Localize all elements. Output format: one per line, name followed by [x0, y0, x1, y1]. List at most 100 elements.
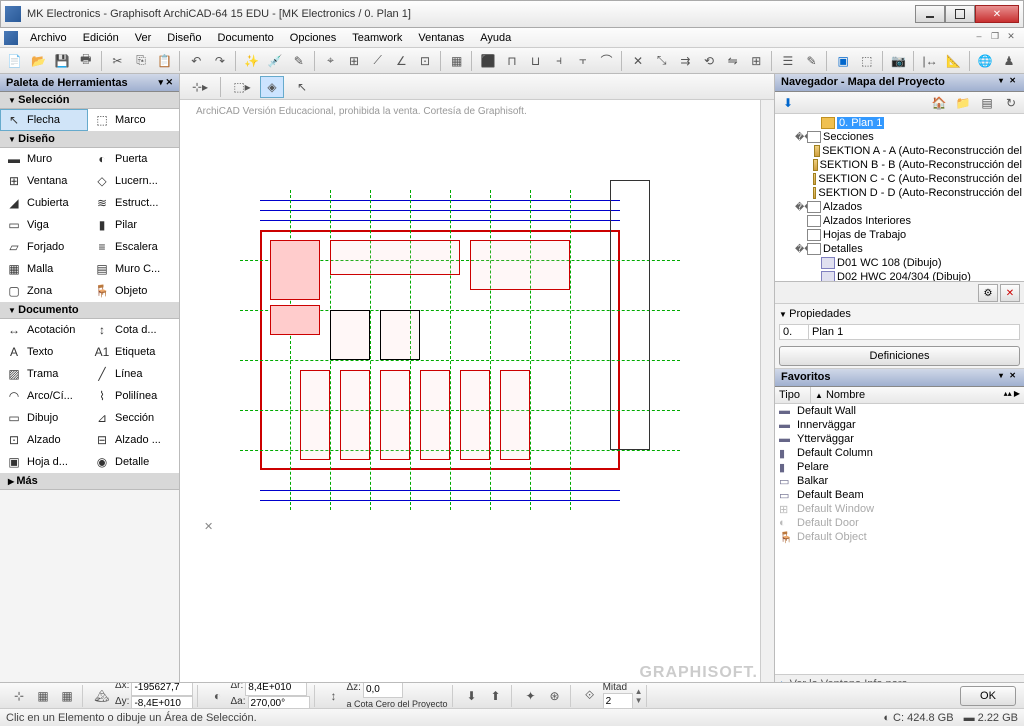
mdi-restore[interactable]: ❐ — [988, 31, 1002, 45]
offset-icon[interactable]: ⇉ — [675, 50, 697, 72]
tree-item[interactable]: D02 HWC 204/304 (Dibujo) — [777, 270, 1022, 282]
tool-dibujo[interactable]: ▭Dibujo — [0, 407, 88, 429]
intersect-icon[interactable]: ✕ — [627, 50, 649, 72]
close-button[interactable]: ✕ — [975, 5, 1019, 23]
measure-icon[interactable]: 📐 — [943, 50, 965, 72]
menu-ayuda[interactable]: Ayuda — [472, 30, 519, 46]
grid-icon[interactable]: ▦ — [446, 50, 468, 72]
gravity-icon[interactable]: ⬇ — [461, 685, 483, 707]
tool-forjado[interactable]: ▱Forjado — [0, 236, 88, 258]
project-tree[interactable]: 0. Plan 1��SeccionesSEKTION A - A (Auto-… — [775, 114, 1024, 282]
eyedropper-icon[interactable]: 💉 — [264, 50, 286, 72]
canvas-scrollbar-v[interactable] — [760, 100, 774, 688]
nav-map-icon[interactable]: 🏠 — [928, 92, 950, 114]
section-mas[interactable]: Más — [0, 473, 179, 490]
section-seleccion[interactable]: Selección — [0, 92, 179, 109]
dx-input[interactable] — [131, 682, 193, 696]
tool-acotacin[interactable]: ↔Acotación — [0, 319, 88, 341]
tree-item[interactable]: SEKTION B - B (Auto-Reconstrucción del — [777, 158, 1022, 172]
wall-tool-icon[interactable]: ⬛ — [477, 50, 499, 72]
tree-toggle-icon[interactable]: �� — [795, 202, 805, 213]
favorites-list[interactable]: ▬Default Wall▬Innerväggar▬Ytterväggar▮De… — [775, 404, 1024, 674]
tool-malla[interactable]: ▦Malla — [0, 258, 88, 280]
grid-toggle-icon[interactable]: ▦ — [32, 685, 54, 707]
fav-item[interactable]: ▬Innerväggar — [775, 418, 1024, 432]
tool-detalle[interactable]: ◉Detalle — [88, 451, 176, 473]
tool-alzado[interactable]: ⊡Alzado — [0, 429, 88, 451]
fav-item[interactable]: 🪑Default Object — [775, 530, 1024, 544]
tool-cotad[interactable]: ↕Cota d... — [88, 319, 176, 341]
tool-viga[interactable]: ▭Viga — [0, 214, 88, 236]
camera-icon[interactable]: 📷 — [888, 50, 910, 72]
origin-btn-icon[interactable]: ⊹ — [8, 685, 30, 707]
menu-edicion[interactable]: Edición — [75, 30, 127, 46]
new-icon[interactable]: 📄 — [4, 50, 26, 72]
tool-hojad[interactable]: ▣Hoja d... — [0, 451, 88, 473]
tool-escalera[interactable]: ≡Escalera — [88, 236, 176, 258]
trim-icon[interactable]: ⊓ — [501, 50, 523, 72]
tree-item[interactable]: 0. Plan 1 — [777, 116, 1022, 130]
maximize-button[interactable] — [945, 5, 975, 23]
pen-icon[interactable]: ✎ — [801, 50, 823, 72]
nav-viewmap-icon[interactable]: 📁 — [952, 92, 974, 114]
section-documento[interactable]: Documento — [0, 302, 179, 319]
tool-pilar[interactable]: ▮Pilar — [88, 214, 176, 236]
tool-objeto[interactable]: 🪑Objeto — [88, 280, 176, 302]
fav-item[interactable]: ▮Default Column — [775, 446, 1024, 460]
print-icon[interactable]: 🖶 — [75, 50, 97, 72]
tree-item[interactable]: SEKTION D - D (Auto-Reconstrucción del — [777, 186, 1022, 200]
da-input[interactable] — [248, 696, 310, 709]
palette-close-icon[interactable]: ▾ ✕ — [158, 77, 173, 88]
minimize-button[interactable] — [915, 5, 945, 23]
nav-project-icon[interactable]: ⬇ — [777, 92, 799, 114]
rotate-icon[interactable]: ⟲ — [698, 50, 720, 72]
syringe-icon[interactable]: ✎ — [288, 50, 310, 72]
snap-icon[interactable]: ⌖ — [320, 50, 342, 72]
elevation-icon[interactable]: 🏔 — [91, 685, 113, 707]
tree-item[interactable]: ��Detalles — [777, 242, 1022, 256]
definitions-button[interactable]: Definiciones — [779, 346, 1020, 366]
constraint-icon[interactable]: ⊡ — [414, 50, 436, 72]
nav-publisher-icon[interactable]: ↻ — [1000, 92, 1022, 114]
angle-icon[interactable]: ∠ — [391, 50, 413, 72]
menu-teamwork[interactable]: Teamwork — [344, 30, 410, 46]
tool-zona[interactable]: ▢Zona — [0, 280, 88, 302]
delete-icon[interactable]: ✕ — [1000, 284, 1020, 302]
menu-documento[interactable]: Documento — [210, 30, 282, 46]
fav-item[interactable]: ▬Default Wall — [775, 404, 1024, 418]
tree-item[interactable]: D01 WC 108 (Dibujo) — [777, 256, 1022, 270]
view3d-icon[interactable]: ▣ — [832, 50, 854, 72]
dz-input[interactable] — [363, 682, 403, 698]
dy-input[interactable] — [131, 696, 193, 709]
tool-marco[interactable]: ⬚Marco — [88, 109, 176, 131]
array-icon[interactable]: ⊞ — [745, 50, 767, 72]
menu-diseno[interactable]: Diseño — [159, 30, 209, 46]
tool-polilnea[interactable]: ⌇Polilínea — [88, 385, 176, 407]
origin-icon[interactable]: ⊹▸ — [188, 76, 212, 98]
tool-puerta[interactable]: ◐Puerta — [88, 148, 176, 170]
snap-toggle-icon[interactable]: ▦ — [56, 685, 78, 707]
menu-archivo[interactable]: Archivo — [22, 30, 75, 46]
fav-item[interactable]: ▭Default Beam — [775, 488, 1024, 502]
tool-etiqueta[interactable]: A1Etiqueta — [88, 341, 176, 363]
ruler-icon[interactable]: |↔ — [919, 50, 941, 72]
tree-toggle-icon[interactable]: �� — [795, 132, 805, 143]
tree-item[interactable]: Alzados Interiores — [777, 214, 1022, 228]
section-diseno[interactable]: Diseño — [0, 131, 179, 148]
tool-seccin[interactable]: ⊿Sección — [88, 407, 176, 429]
mdi-minimize[interactable]: – — [972, 31, 986, 45]
navigator-controls[interactable]: ▾ ✕ — [999, 76, 1018, 89]
tree-item[interactable]: Hojas de Trabajo — [777, 228, 1022, 242]
adjust-icon[interactable]: ⫟ — [572, 50, 594, 72]
settings-icon[interactable]: ⚙ — [978, 284, 998, 302]
paste-icon[interactable]: 📋 — [154, 50, 176, 72]
fav-item[interactable]: ◐Default Door — [775, 516, 1024, 530]
tool-muro[interactable]: ▬Muro — [0, 148, 88, 170]
fillet-icon[interactable]: ⌒ — [596, 50, 618, 72]
save-icon[interactable]: 💾 — [51, 50, 73, 72]
snap-pts-icon[interactable]: ⊛ — [544, 685, 566, 707]
fav-item[interactable]: ▭Balkar — [775, 474, 1024, 488]
tool-arcoc[interactable]: ◠Arco/Cí... — [0, 385, 88, 407]
tool-flecha[interactable]: ↖Flecha — [0, 109, 88, 131]
tree-item[interactable]: ��Secciones — [777, 130, 1022, 144]
